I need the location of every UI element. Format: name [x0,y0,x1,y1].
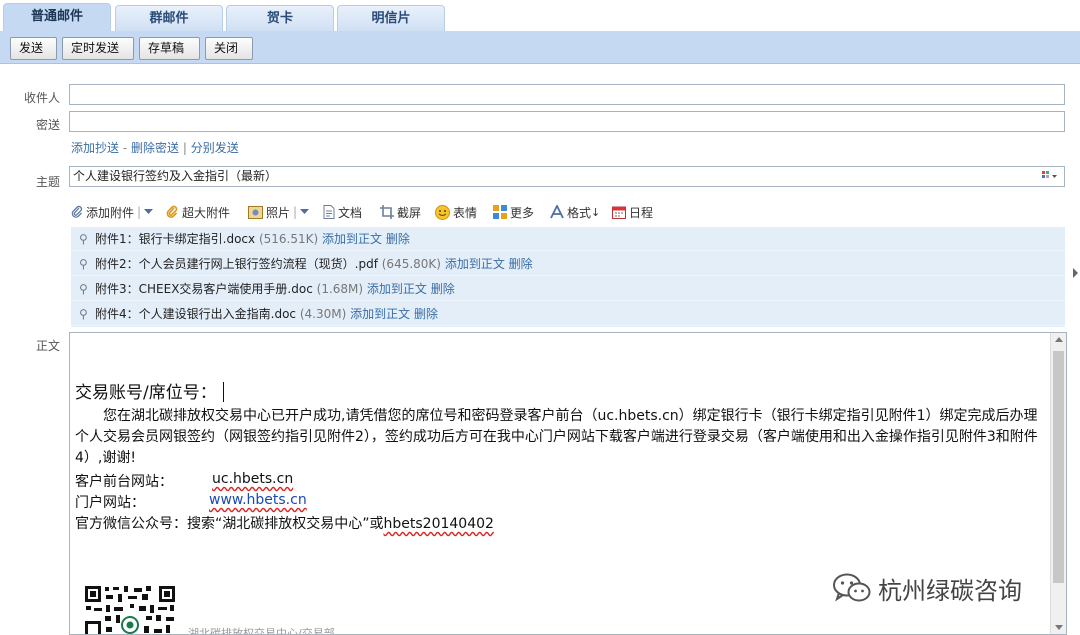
screenshot-icon [380,205,394,219]
recipient-options: 添加抄送 - 删除密送 | 分别发送 [71,139,239,156]
separate-send-link[interactable]: 分别发送 [191,141,239,155]
format-label: 格式 [567,205,592,220]
photo-icon [248,205,263,219]
save-draft-button[interactable]: 存草稿 [139,37,200,60]
bcc-field[interactable] [69,111,1065,132]
wechat-logo-icon [833,573,871,602]
client-site-url[interactable]: uc.hbets.cn [212,471,293,487]
subject-label: 主题 [35,175,60,189]
add-to-body-link[interactable]: 添加到正文 [350,307,410,321]
subject-value: 个人建设银行签约及入金指引（最新） [73,169,278,183]
to-label: 收件人 [23,91,60,105]
add-cc-link[interactable]: 添加抄送 [71,141,119,155]
attachment-name[interactable]: CHEEX交易客户端使用手册.doc [139,282,313,296]
attachment-row: ⚲ 附件4：个人建设银行出入金指南.doc (4.30M) 添加到正文 删除 [71,302,1065,326]
tab-greeting-card[interactable]: 贺卡 [226,5,334,31]
paperclip-icon [71,205,83,218]
calendar-button[interactable]: 日程 [612,203,653,221]
separator-bar: | [182,141,187,155]
attachment-size: (516.51K) [258,232,319,246]
portal-site-line: 门户网站： www.hbets.cn [75,492,307,511]
add-to-body-link[interactable]: 添加到正文 [322,232,382,246]
screenshot-label: 截屏 [397,205,422,220]
delete-attachment-link[interactable]: 删除 [414,307,438,321]
wechat-line: 官方微信公众号：搜索“湖北碳排放权交易中心”或hbets20140402 [75,516,494,532]
font-format-icon [550,205,564,219]
account-heading: 交易账号/席位号： [75,378,224,403]
more-label: 更多 [510,205,535,220]
paperclip-icon: ⚲ [79,307,88,321]
large-attachment-label: 超大附件 [182,205,231,220]
paperclip-icon: ⚲ [79,257,88,271]
client-site-line: 客户前台网站： uc.hbets.cn [75,471,294,490]
photo-button[interactable]: 照片 | [248,203,310,221]
text-caret [222,382,224,402]
editor-scrollbar[interactable] [1050,333,1066,634]
attachment-row: ⚲ 附件1：银行卡绑定指引.docx (516.51K) 添加到正文 删除 [71,227,1065,251]
body-label: 正文 [35,339,60,353]
schedule-send-button[interactable]: 定时发送 [62,37,134,60]
paperclip-icon: ⚲ [79,232,88,246]
document-label: 文档 [338,205,363,220]
scrollbar-thumb[interactable] [1053,351,1064,583]
emoji-button[interactable]: 表情 [435,203,477,221]
delete-attachment-link[interactable]: 删除 [386,232,410,246]
attachment-row: ⚲ 附件3：CHEEX交易客户端使用手册.doc (1.68M) 添加到正文 删除 [71,277,1065,301]
expand-panel-arrow-icon[interactable] [1073,268,1078,278]
attachment-list: ⚲ 附件1：银行卡绑定指引.docx (516.51K) 添加到正文 删除 ⚲ 附件… [71,227,1065,327]
document-icon [323,205,335,219]
delete-attachment-link[interactable]: 删除 [431,282,455,296]
scroll-down-arrow-icon[interactable] [1055,625,1063,630]
screenshot-button[interactable]: 截屏 [380,203,421,221]
send-button[interactable]: 发送 [10,37,57,60]
scroll-up-arrow-icon[interactable] [1055,337,1063,342]
attachment-name[interactable]: 银行卡绑定指引.docx [139,232,255,246]
subject-field[interactable]: 个人建设银行签约及入金指引（最新） [69,166,1065,187]
large-attachment-button[interactable]: 超大附件 [166,203,230,221]
large-paperclip-icon [166,205,178,218]
separator-dash: - [122,141,128,155]
delete-attachment-link[interactable]: 删除 [509,257,533,271]
portal-site-url[interactable]: www.hbets.cn [209,492,307,508]
remove-bcc-link[interactable]: 删除密送 [131,141,179,155]
tab-normal-mail[interactable]: 普通邮件 [3,3,111,31]
attachment-name[interactable]: 个人建设银行出入金指南.doc [139,307,296,321]
qr-code-image [84,585,176,634]
add-to-body-link[interactable]: 添加到正文 [445,257,505,271]
add-to-body-link[interactable]: 添加到正文 [367,282,427,296]
compose-form: 收件人 密送 添加抄送 - 删除密送 | 分别发送 主题 个人建设银行签约及入金… [0,65,1080,635]
chevron-down-icon[interactable] [300,209,310,215]
compose-type-tabs: 普通邮件 群邮件 贺卡 明信片 [0,0,1080,31]
signature-footer: 湖北碳排放权交易中心/交易部 [188,627,335,635]
paperclip-icon: ⚲ [79,282,88,296]
wechat-id: hbets20140402 [383,516,494,532]
tab-postcard[interactable]: 明信片 [337,5,445,31]
attachment-size: (4.30M) [299,307,347,321]
chevron-down-icon[interactable] [144,209,154,215]
calendar-icon [612,206,626,219]
format-button[interactable]: 格式 ↓ [550,203,600,221]
subject-tag-menu-icon[interactable] [1042,170,1058,182]
more-button[interactable]: 更多 [493,203,534,221]
compose-toolbar: 发送 定时发送 存草稿 关闭 [0,31,1080,64]
more-grid-icon [493,205,507,219]
attachment-row: ⚲ 附件2：个人会员建行网上银行签约流程（现货）.pdf (645.80K) 添加… [71,252,1065,276]
wechat-watermark: 杭州绿碳咨询 [832,570,1022,606]
smiley-icon [435,204,450,220]
close-button[interactable]: 关闭 [205,37,253,60]
watermark-text: 杭州绿碳咨询 [878,576,1022,605]
photo-label: 照片 [266,205,291,220]
calendar-label: 日程 [629,205,654,220]
emoji-label: 表情 [453,205,478,220]
attachment-size: (645.80K) [381,257,441,271]
to-field[interactable] [69,84,1065,105]
tab-group-mail[interactable]: 群邮件 [115,5,223,31]
document-button[interactable]: 文档 [323,203,362,221]
add-attachment-button[interactable]: 添加附件 | [71,203,154,221]
bcc-label: 密送 [35,118,60,132]
attachment-name[interactable]: 个人会员建行网上银行签约流程（现货）.pdf [139,257,378,271]
body-paragraph: 您在湖北碳排放权交易中心已开户成功,请凭借您的席位号和密码登录客户前台（uc.h… [75,408,1038,466]
attachment-size: (1.68M) [316,282,364,296]
add-attachment-label: 添加附件 [86,205,135,220]
